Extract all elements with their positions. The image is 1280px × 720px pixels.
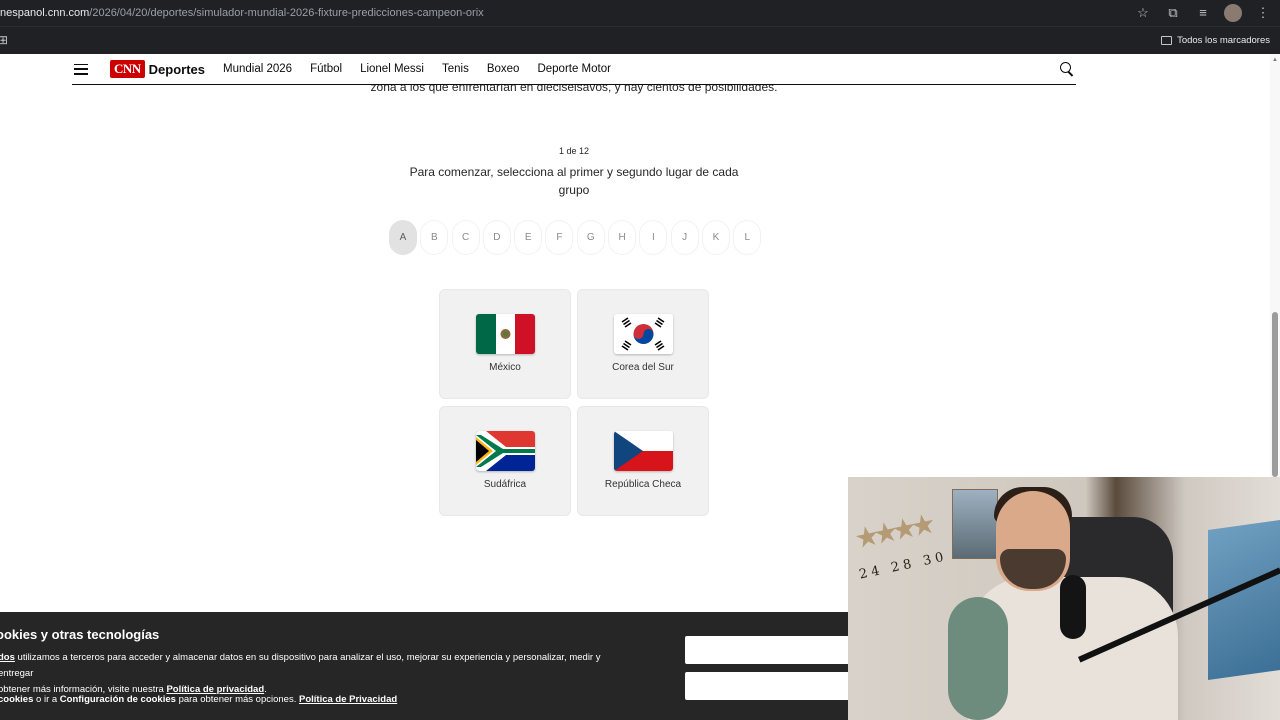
cookie-partners-link[interactable]: dos — [0, 652, 15, 663]
folder-icon — [1161, 36, 1173, 45]
group-tab-l[interactable]: L — [733, 220, 762, 255]
cookie-line2-tail: para obtener más opciones. — [175, 694, 299, 705]
nav-link-mundial-2026[interactable]: Mundial 2026 — [223, 63, 292, 75]
group-tab-e[interactable]: E — [514, 220, 543, 255]
group-tab-d[interactable]: D — [482, 220, 511, 255]
nav-link-tenis[interactable]: Tenis — [442, 63, 469, 75]
page-scrollbar[interactable]: ▲ — [1270, 54, 1280, 477]
extensions-icon[interactable]: ⧉ — [1164, 4, 1182, 22]
all-bookmarks-button[interactable]: Todos los marcadores — [1161, 35, 1270, 46]
group-tab-g[interactable]: G — [576, 220, 605, 255]
cookie-title: ookies y otras tecnologías — [0, 627, 160, 642]
cookie-options-text: cookies o ir a Configuración de cookies … — [0, 694, 397, 705]
browser-toolbar-icons: ☆ ⧉ ≡ ⋮ — [1134, 4, 1272, 22]
wall-poster — [952, 489, 998, 559]
nav-link-futbol[interactable]: Fútbol — [310, 63, 342, 75]
team-name: Sudáfrica — [483, 479, 527, 490]
microphone — [1060, 575, 1086, 639]
media-controls-icon[interactable]: ≡ — [1194, 4, 1212, 22]
kebab-menu-icon[interactable]: ⋮ — [1254, 4, 1272, 22]
cookie-accept-button[interactable] — [685, 636, 855, 664]
scrollbar-thumb[interactable] — [1272, 312, 1278, 477]
group-tab-j[interactable]: J — [670, 220, 699, 255]
nav-link-boxeo[interactable]: Boxeo — [487, 63, 520, 75]
cookie-settings-link[interactable]: Configuración de cookies — [60, 694, 176, 705]
streamer-arm — [948, 597, 1008, 720]
search-icon[interactable] — [1060, 62, 1074, 77]
team-name: México — [489, 362, 521, 373]
bookmarks-bar: ⊞ Todos los marcadores — [0, 26, 1280, 54]
team-card-republica-checa[interactable]: República Checa — [577, 406, 709, 516]
cookie-line2-mid: o ir a — [33, 694, 60, 705]
all-bookmarks-label: Todos los marcadores — [1177, 35, 1270, 46]
step-counter: 1 de 12 — [558, 146, 590, 156]
group-tab-b[interactable]: B — [420, 220, 449, 255]
group-tab-h[interactable]: H — [608, 220, 637, 255]
cnn-logo-badge: CNN — [110, 60, 145, 78]
url-path: /2026/04/20/deportes/simulador-mundial-2… — [89, 7, 484, 19]
south-korea-flag-icon — [614, 314, 673, 354]
url-text[interactable]: nespanol.cnn.com/2026/04/20/deportes/sim… — [0, 7, 484, 19]
nav-links: Mundial 2026 Fútbol Lionel Messi Tenis B… — [223, 63, 611, 75]
quiz-question: Para comenzar, selecciona al primer y se… — [409, 165, 739, 197]
privacy-policy-link-2[interactable]: Política de Privacidad — [299, 694, 397, 705]
section-name: Deportes — [148, 61, 206, 77]
screen: nespanol.cnn.com/2026/04/20/deportes/sim… — [0, 0, 1280, 720]
bookmark-star-icon[interactable]: ☆ — [1134, 4, 1152, 22]
browser-address-bar[interactable]: nespanol.cnn.com/2026/04/20/deportes/sim… — [0, 0, 1280, 26]
group-tab-f[interactable]: F — [545, 220, 574, 255]
team-card-mexico[interactable]: México — [439, 289, 571, 399]
url-host: nespanol.cnn.com — [0, 7, 90, 19]
cnn-deportes-logo[interactable]: CNN Deportes — [110, 60, 205, 78]
profile-avatar[interactable] — [1224, 4, 1242, 22]
nav-link-deporte-motor[interactable]: Deporte Motor — [537, 63, 611, 75]
group-tab-i[interactable]: I — [639, 220, 668, 255]
webcam-overlay: ★★★★ 24 28 30 50 — [848, 477, 1280, 720]
group-tab-a[interactable]: A — [389, 220, 417, 255]
team-card-corea-del-sur[interactable]: Corea del Sur — [577, 289, 709, 399]
scroll-up-arrow-icon[interactable]: ▲ — [1272, 57, 1278, 63]
cookie-banner: ookies y otras tecnologías dos utilizamo… — [0, 612, 855, 720]
cookie-body: dos utilizamos a terceros para acceder y… — [0, 652, 601, 695]
mexico-flag-icon — [476, 314, 535, 354]
group-tab-c[interactable]: C — [451, 220, 480, 255]
hamburger-menu-icon[interactable] — [74, 63, 88, 75]
team-name: Corea del Sur — [612, 362, 674, 373]
czech-republic-flag-icon — [614, 431, 673, 471]
south-africa-flag-icon — [476, 431, 535, 471]
cookie-reject-button[interactable] — [685, 672, 855, 700]
apps-grid-icon[interactable]: ⊞ — [0, 33, 8, 47]
site-navigation: CNN Deportes Mundial 2026 Fútbol Lionel … — [72, 54, 1076, 85]
nav-link-lionel-messi[interactable]: Lionel Messi — [360, 63, 424, 75]
cookie-body-text: utilizamos a terceros para acceder y alm… — [0, 652, 601, 679]
team-card-sudafrica[interactable]: Sudáfrica — [439, 406, 571, 516]
team-name: República Checa — [604, 479, 682, 490]
cookie-line2-lead: cookies — [0, 694, 34, 705]
group-selector: A B C D E F G H I J K L — [389, 220, 762, 255]
group-tab-k[interactable]: K — [701, 220, 730, 255]
